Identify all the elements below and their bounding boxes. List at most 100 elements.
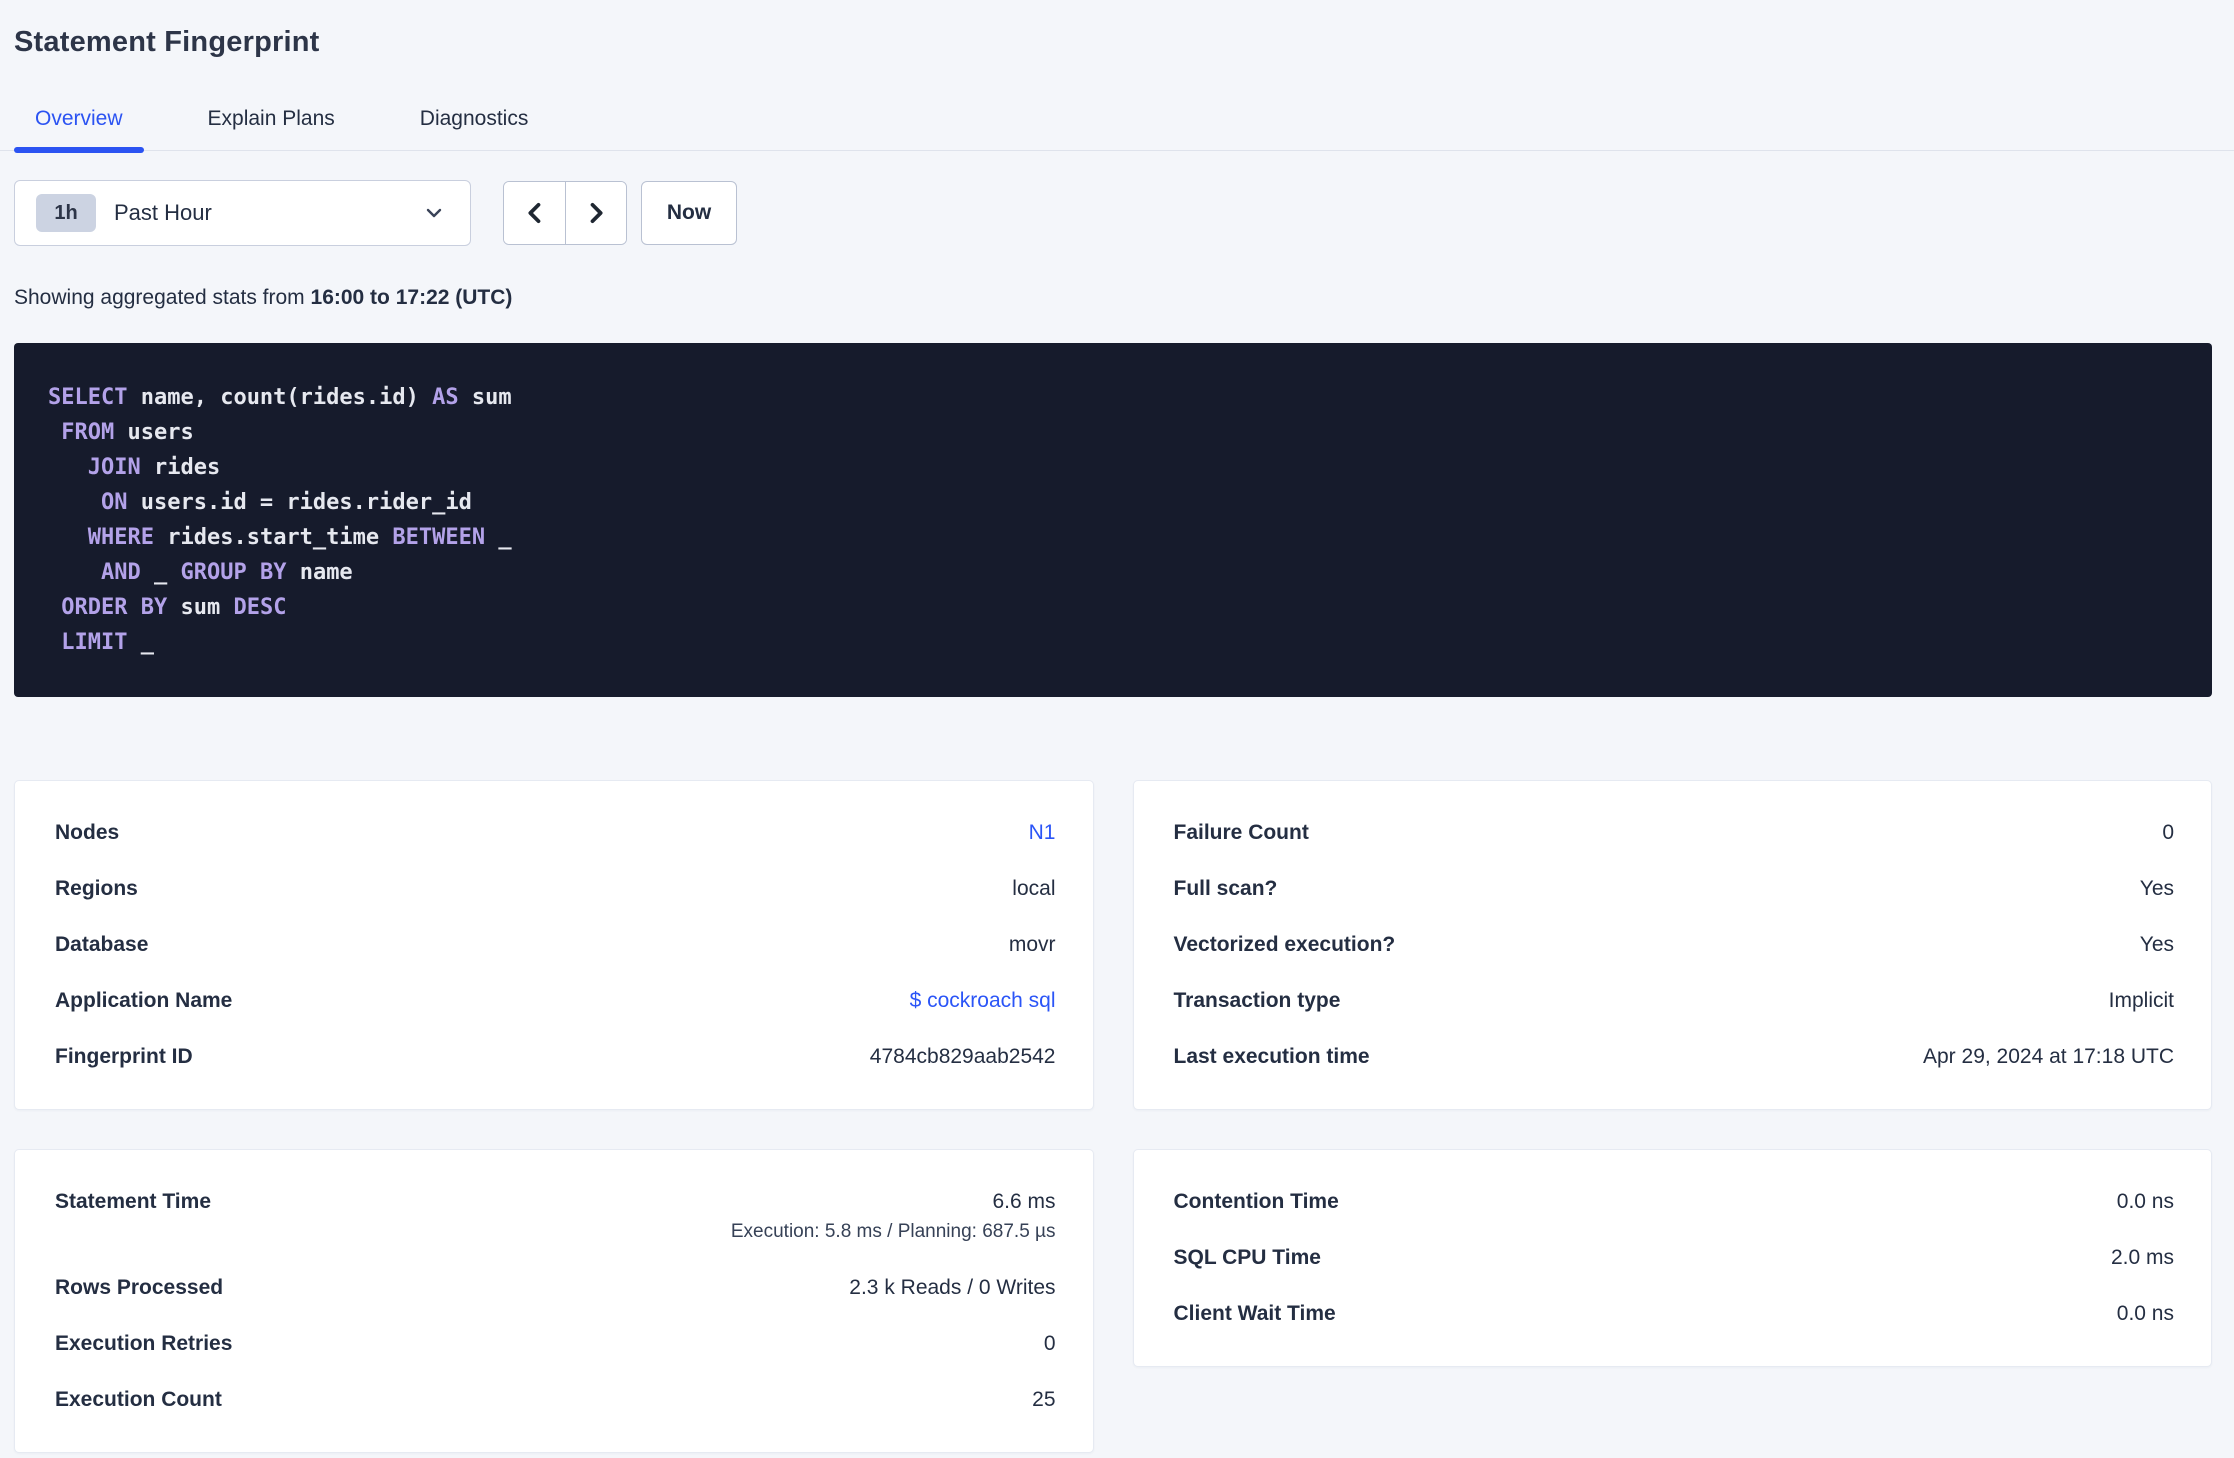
sql-keyword: JOIN	[87, 455, 141, 480]
info-row-value: 25	[1032, 1388, 1056, 1411]
sql-text: name	[286, 560, 353, 585]
info-row: Regions local	[55, 861, 1056, 917]
previous-time-range-button[interactable]	[504, 182, 565, 244]
tab-overview[interactable]: Overview	[14, 93, 144, 153]
tab-overview-label: Overview	[35, 107, 123, 130]
info-row-value-wrap: movr	[1009, 932, 1056, 958]
sql-line: FROM users	[48, 415, 2178, 450]
info-row-value: 6.6 ms	[992, 1190, 1056, 1213]
card-wait-times-rows: Contention Time 0.0 ns SQL CPU Time 2.0 ms C…	[1174, 1174, 2175, 1342]
sql-text: _	[127, 630, 154, 655]
info-row-value-wrap: N1	[1029, 820, 1056, 846]
info-row: Execution Retries 0	[55, 1316, 1056, 1372]
chevron-left-icon	[527, 202, 540, 224]
sql-text: sum	[458, 385, 512, 410]
info-row-value: 0	[2162, 821, 2174, 844]
sql-line: AND _ GROUP BY name	[48, 555, 2178, 590]
info-row-value-wrap: 6.6 ms Execution: 5.8 ms / Planning: 687.…	[731, 1189, 1056, 1245]
sql-keyword: AS	[432, 385, 459, 410]
info-row-value-wrap: 0	[2162, 820, 2174, 846]
sql-text: _	[140, 560, 181, 585]
card-statement-details-rows: Nodes N1 Regions local Database movr Applicati…	[55, 805, 1056, 1085]
card-execution-attributes: Failure Count 0 Full scan? Yes Vectorized ex…	[1132, 780, 2212, 1110]
sql-keyword: ORDER BY	[61, 595, 168, 620]
chevron-right-icon	[590, 202, 603, 224]
sql-keyword: LIMIT	[61, 630, 128, 655]
sql-keyword: FROM	[61, 420, 115, 445]
tab-bar: Overview Explain Plans Diagnostics	[0, 93, 2234, 153]
info-row-label: Statement Time	[55, 1190, 211, 1213]
tab-diagnostics[interactable]: Diagnostics	[399, 93, 550, 150]
info-row-label: Contention Time	[1173, 1190, 1339, 1213]
info-row-value: Implicit	[2108, 989, 2174, 1012]
info-row-value-wrap: 0	[1044, 1331, 1056, 1357]
info-row: Failure Count 0	[1174, 805, 2175, 861]
tab-explain-plans[interactable]: Explain Plans	[187, 93, 356, 150]
sql-keyword: BETWEEN	[392, 525, 486, 550]
info-row-value-wrap: 2.3 k Reads / 0 Writes	[849, 1275, 1055, 1301]
time-controls: 1h Past Hour Now	[14, 180, 2234, 246]
info-row-value: 0	[1043, 1332, 1056, 1355]
info-row: Full scan? Yes	[1174, 861, 2175, 917]
card-statement-details: Nodes N1 Regions local Database movr Applicati…	[14, 780, 1094, 1110]
info-row-label: Execution Retries	[55, 1332, 233, 1355]
aggregated-stats-line: Showing aggregated stats from 16:00 to 1…	[14, 286, 2234, 310]
aggregated-stats-range: 16:00 to 17:22 (UTC)	[310, 286, 513, 309]
info-row: Contention Time 0.0 ns	[1174, 1174, 2175, 1230]
info-row-label: Regions	[55, 877, 138, 900]
info-row: Transaction type Implicit	[1174, 973, 2175, 1029]
info-row-label: Fingerprint ID	[55, 1045, 193, 1068]
tab-explain-plans-label: Explain Plans	[207, 107, 335, 130]
info-row-value: 2.3 k Reads / 0 Writes	[849, 1276, 1056, 1299]
card-execution-attributes-rows: Failure Count 0 Full scan? Yes Vectorized ex…	[1174, 805, 2175, 1085]
info-row-value: 2.0 ms	[2110, 1246, 2174, 1269]
time-step-button-group	[503, 181, 627, 245]
info-row-value-link[interactable]: N1	[1029, 821, 1056, 844]
timing-cards-row: Statement Time 6.6 ms Execution: 5.8 ms / …	[14, 1149, 2212, 1453]
info-row-value-link[interactable]: $ cockroach sql	[910, 989, 1056, 1012]
info-row: Last execution time Apr 29, 2024 at 17:18…	[1174, 1029, 2175, 1085]
sql-line: ON users.id = rides.rider_id	[48, 485, 2178, 520]
info-row-value-wrap: 0.0 ns	[2117, 1301, 2174, 1327]
info-row-value-wrap: $ cockroach sql	[910, 988, 1056, 1014]
time-range-select[interactable]: 1h Past Hour	[14, 180, 471, 246]
info-row-value-wrap: 25	[1032, 1387, 1055, 1413]
info-row: Client Wait Time 0.0 ns	[1174, 1286, 2175, 1342]
aggregated-stats-prefix: Showing aggregated stats from	[14, 286, 311, 309]
page-title: Statement Fingerprint	[14, 26, 320, 58]
info-row-value: 0.0 ns	[2116, 1302, 2174, 1325]
info-row-value-wrap: Implicit	[2109, 988, 2174, 1014]
card-statement-times: Statement Time 6.6 ms Execution: 5.8 ms / …	[14, 1149, 1094, 1453]
sql-code: SELECT name, count(rides.id) AS sum FROM…	[48, 380, 2178, 660]
info-row-value: Yes	[2139, 877, 2174, 900]
now-button[interactable]: Now	[641, 181, 737, 245]
sql-keyword: SELECT	[48, 385, 128, 410]
info-row-label: Last execution time	[1173, 1045, 1370, 1068]
info-row-value-wrap: 2.0 ms	[2111, 1245, 2174, 1271]
sql-keyword: ON	[100, 490, 128, 515]
info-row-value-wrap: Apr 29, 2024 at 17:18 UTC	[1923, 1044, 2174, 1070]
info-row-value: Yes	[2139, 933, 2174, 956]
info-row-label: Full scan?	[1173, 877, 1278, 900]
tab-diagnostics-label: Diagnostics	[419, 107, 529, 130]
info-row-value: movr	[1008, 933, 1056, 956]
info-row-value: 4784cb829aab2542	[869, 1045, 1056, 1068]
sql-text: rides.start_time	[153, 525, 393, 550]
sql-keyword: DESC	[233, 595, 287, 620]
sql-text: rides	[140, 455, 221, 480]
time-range-badge: 1h	[36, 194, 96, 232]
info-row: Vectorized execution? Yes	[1174, 917, 2175, 973]
next-time-range-button[interactable]	[565, 182, 626, 244]
info-row-label: Transaction type	[1173, 989, 1341, 1012]
statement-fingerprint-page: Statement Fingerprint Overview Explain P…	[0, 0, 2234, 1458]
sql-line: LIMIT _	[48, 625, 2178, 660]
sql-line: ORDER BY sum DESC	[48, 590, 2178, 625]
sql-keyword: GROUP BY	[180, 560, 287, 585]
sql-line: WHERE rides.start_time BETWEEN _	[48, 520, 2178, 555]
